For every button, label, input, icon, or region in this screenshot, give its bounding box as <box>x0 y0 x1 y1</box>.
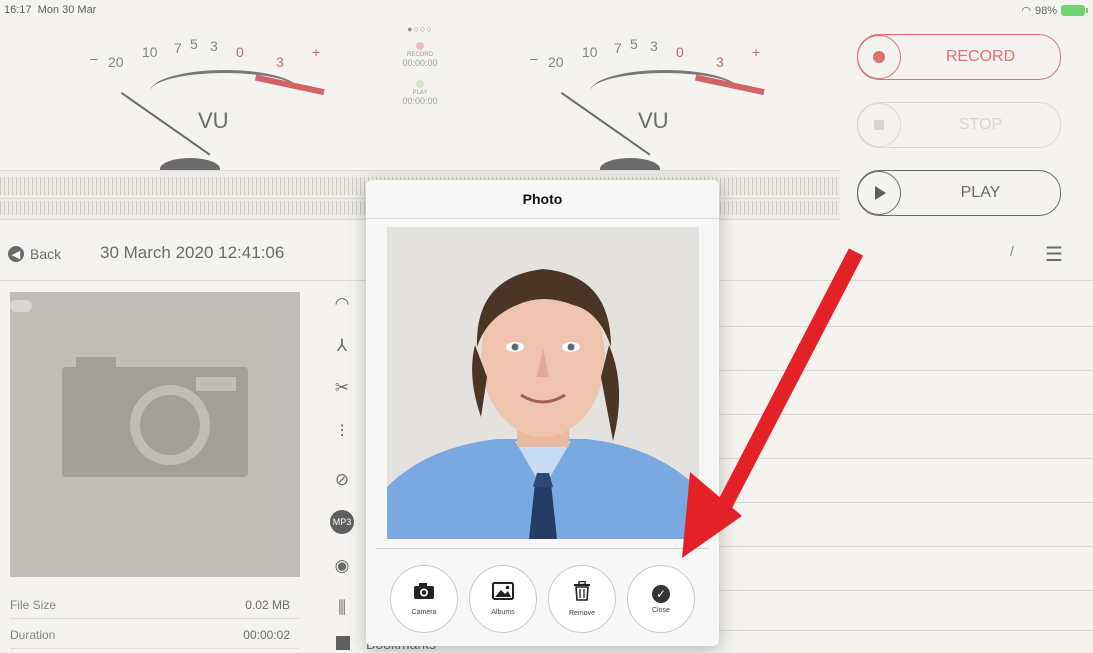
remove-label: Remove <box>568 610 596 617</box>
remove-button[interactable]: Remove <box>548 565 616 633</box>
red-arrow-annotation <box>682 248 864 558</box>
albums-button[interactable]: Albums <box>469 565 537 633</box>
camera-icon <box>413 582 435 605</box>
close-label: Close <box>652 606 670 614</box>
camera-button[interactable]: Camera <box>390 565 458 633</box>
portrait-photo <box>387 227 699 539</box>
trash-icon <box>573 580 591 606</box>
albums-icon <box>492 582 514 605</box>
dialog-title: Photo <box>366 180 719 219</box>
check-icon: ✓ <box>652 584 670 603</box>
dialog-actions: Camera Albums Remove ✓ Close <box>390 565 695 633</box>
albums-label: Albums <box>491 609 515 616</box>
camera-label: Camera <box>411 609 437 616</box>
